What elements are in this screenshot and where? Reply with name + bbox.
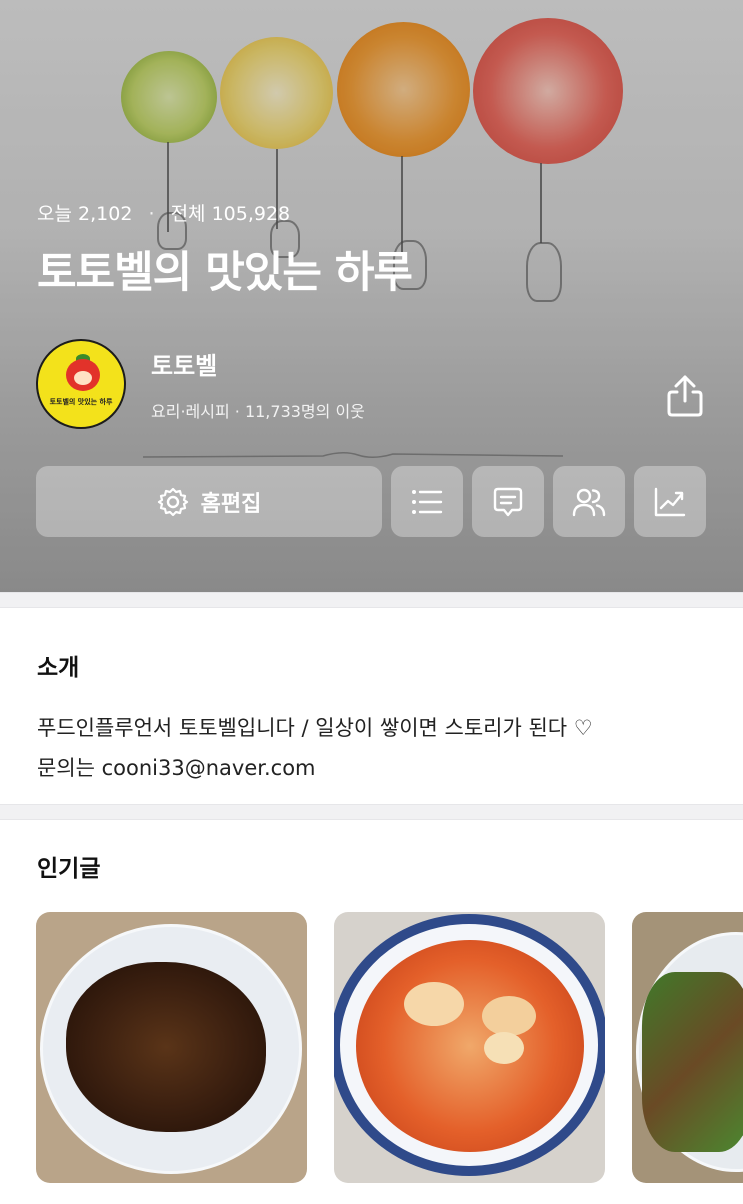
- today-count: 2,102: [78, 203, 133, 225]
- fish-piece-image: [484, 1032, 524, 1064]
- green-onion-dish-image: [642, 972, 743, 1152]
- spicy-stew-image: [356, 940, 584, 1152]
- gear-icon: [157, 487, 188, 516]
- blog-title: 토토벨의 맛있는 하루: [37, 248, 413, 298]
- popular-post-card[interactable]: [334, 912, 605, 1183]
- people-icon: [572, 488, 606, 516]
- fish-piece-image: [404, 982, 464, 1026]
- section-divider: [0, 804, 743, 820]
- visitor-stats: 오늘 2,102 · 전체 105,928: [37, 199, 290, 226]
- avatar[interactable]: 토토벨의 맛있는 하루: [36, 339, 126, 429]
- neighbors-button[interactable]: [553, 466, 625, 537]
- braised-food-image: [66, 962, 266, 1132]
- face-icon: [74, 371, 92, 385]
- popular-post-card[interactable]: [36, 912, 307, 1183]
- home-edit-label: 홈편집: [200, 491, 262, 517]
- intro-title: 소개: [37, 655, 80, 681]
- guestbook-button[interactable]: [472, 466, 544, 537]
- share-button[interactable]: [664, 373, 706, 419]
- intro-line-2: 문의는 cooni33@naver.com: [37, 756, 316, 780]
- section-divider: [0, 592, 743, 608]
- message-icon: [493, 487, 523, 516]
- popular-post-card[interactable]: [632, 912, 743, 1183]
- total-count: 105,928: [211, 203, 291, 225]
- category-list-button[interactable]: [391, 466, 463, 537]
- today-label: 오늘: [37, 203, 72, 225]
- fish-piece-image: [482, 996, 536, 1036]
- stats-separator: ·: [148, 203, 155, 225]
- chart-icon: [654, 487, 686, 516]
- avatar-caption: 토토벨의 맛있는 하루: [49, 398, 113, 406]
- list-icon: [412, 489, 443, 514]
- home-edit-button[interactable]: 홈편집: [36, 466, 382, 537]
- signature-line: [143, 452, 563, 458]
- statistics-button[interactable]: [634, 466, 706, 537]
- intro-text: 푸드인플루언서 토토벨입니다 / 일상이 쌓이면 스토리가 된다 ♡ 문의는 c…: [37, 708, 593, 788]
- popular-title: 인기글: [37, 856, 101, 882]
- intro-line-1: 푸드인플루언서 토토벨입니다 / 일상이 쌓이면 스토리가 된다 ♡: [37, 716, 593, 740]
- blog-cover: 오늘 2,102 · 전체 105,928 토토벨의 맛있는 하루 토토벨의 맛…: [0, 0, 743, 592]
- share-icon: [667, 375, 703, 417]
- blogger-nickname[interactable]: 토토벨: [151, 346, 217, 381]
- total-label: 전체: [170, 203, 206, 225]
- blog-meta: 요리·레시피 · 11,733명의 이웃: [151, 402, 365, 421]
